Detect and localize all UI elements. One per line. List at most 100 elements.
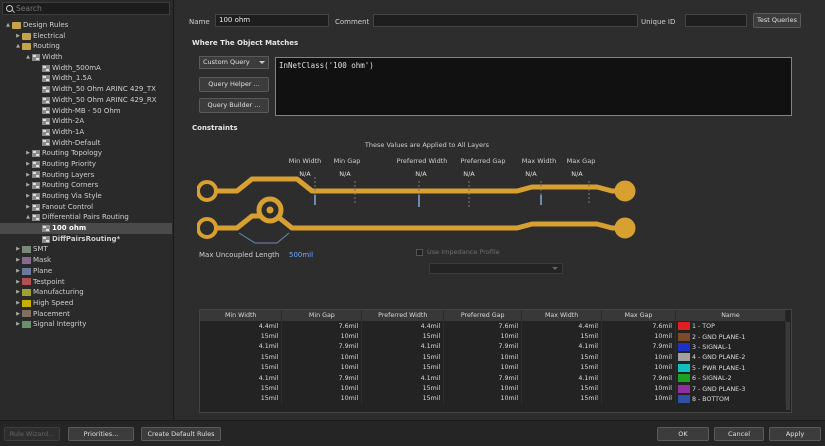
column-header[interactable]: Max Width [521, 310, 603, 321]
tree-item[interactable]: Width-1A [0, 127, 172, 138]
collapse-icon[interactable]: ▲ [24, 52, 32, 63]
tree-item[interactable]: ▲ Design Rules [0, 20, 172, 31]
tree-item[interactable]: ▶ Placement [0, 309, 172, 320]
tree-item[interactable]: Width_50 Ohm ARINC 429_RX [0, 95, 172, 106]
table-row[interactable]: 15mil 10mil 15mil 10mil 15mil 10mil 7 - GND PL… [200, 383, 787, 394]
table-row[interactable]: 15mil 10mil 15mil 10mil 15mil 10mil 8 - BOTTOM [200, 393, 787, 405]
table-cell[interactable]: 10mil [281, 362, 363, 373]
comment-field[interactable] [373, 14, 638, 27]
apply-button[interactable]: Apply [769, 427, 821, 441]
table-cell[interactable]: 15mil [200, 331, 283, 342]
expand-icon[interactable]: ▶ [24, 202, 32, 213]
tree-item[interactable]: ▶ Signal Integrity [0, 319, 172, 330]
tree-item[interactable]: ▶ Mask [0, 255, 172, 266]
expand-icon[interactable]: ▶ [24, 159, 32, 170]
tree-item[interactable]: ▲ Width [0, 52, 172, 63]
table-cell[interactable]: 4.1mil [361, 372, 445, 384]
table-cell[interactable]: 7.9mil [281, 372, 363, 384]
table-cell[interactable]: 15mil [200, 352, 283, 363]
table-cell[interactable]: 7.9mil [443, 341, 523, 353]
tree-item[interactable]: ▶ High Speed [0, 298, 172, 309]
expand-icon[interactable]: ▶ [24, 148, 32, 159]
table-cell[interactable]: 10mil [281, 383, 363, 394]
collapse-icon[interactable]: ▲ [24, 212, 32, 223]
tree-item[interactable]: Width-2A [0, 116, 172, 127]
tree-item[interactable]: ▲ Differential Pairs Routing [0, 212, 172, 223]
table-cell[interactable]: 7.9mil [601, 372, 676, 384]
table-cell[interactable]: 10mil [601, 383, 676, 394]
expand-icon[interactable]: ▶ [14, 298, 22, 309]
tree-item[interactable]: Width_1.5A [0, 73, 172, 84]
table-cell[interactable]: 10mil [601, 362, 676, 373]
tree-item[interactable]: ▶ SMT [0, 244, 172, 255]
table-cell[interactable]: 10mil [281, 352, 363, 363]
table-cell[interactable]: 15mil [521, 362, 603, 373]
table-cell[interactable]: 15mil [361, 383, 445, 394]
table-cell[interactable]: 15mil [361, 393, 445, 405]
table-cell[interactable]: 15mil [521, 383, 603, 394]
search-box[interactable] [2, 2, 170, 15]
table-cell[interactable]: 10mil [443, 393, 523, 405]
ok-button[interactable]: OK [657, 427, 709, 441]
tree-item[interactable]: Width_500mA [0, 63, 172, 74]
tree-item[interactable]: ▶ Electrical [0, 31, 172, 42]
table-cell[interactable]: 10mil [443, 362, 523, 373]
column-header[interactable]: Max Gap [601, 310, 676, 321]
column-header[interactable]: Preferred Gap [443, 310, 523, 321]
tree-item[interactable]: ▶ Fanout Control [0, 202, 172, 213]
table-cell[interactable]: 10mil [601, 393, 676, 405]
table-cell[interactable]: 7.6mil [443, 321, 523, 332]
table-cell[interactable]: 7.9mil [601, 341, 676, 353]
query-builder-button[interactable]: Query Builder ... [199, 98, 269, 113]
table-cell[interactable]: 15mil [521, 393, 603, 405]
table-cell[interactable]: 10mil [601, 331, 676, 342]
table-cell[interactable]: 4.1mil [521, 341, 603, 353]
table-cell[interactable]: 15mil [521, 352, 603, 363]
tree-item[interactable]: ▶ Testpoint [0, 277, 172, 288]
expand-icon[interactable]: ▶ [14, 287, 22, 298]
table-cell[interactable]: 10mil [443, 352, 523, 363]
tree-item[interactable]: ▶ Routing Via Style [0, 191, 172, 202]
create-default-rules-button[interactable]: Create Default Rules [141, 427, 221, 441]
expand-icon[interactable]: ▶ [14, 31, 22, 42]
expand-icon[interactable]: ▶ [14, 244, 22, 255]
collapse-icon[interactable]: ▲ [14, 41, 22, 52]
expand-icon[interactable]: ▶ [14, 266, 22, 277]
table-cell[interactable]: 10mil [601, 352, 676, 363]
table-cell[interactable]: 4.1mil [361, 341, 445, 353]
priorities-button[interactable]: Priorities... [68, 427, 134, 441]
expand-icon[interactable]: ▶ [24, 180, 32, 191]
tree-item[interactable]: ▶ Routing Layers [0, 170, 172, 181]
tree-item[interactable]: ▶ Routing Corners [0, 180, 172, 191]
table-scrollbar[interactable] [786, 322, 790, 410]
tree-item[interactable]: ▶ Plane [0, 266, 172, 277]
table-cell[interactable]: 15mil [200, 393, 283, 405]
search-input[interactable] [16, 4, 156, 13]
expand-icon[interactable]: ▶ [14, 319, 22, 330]
column-header[interactable]: Min Width [200, 310, 283, 321]
expand-icon[interactable]: ▶ [24, 170, 32, 181]
table-cell[interactable]: 15mil [361, 352, 445, 363]
table-cell[interactable]: 4.1mil [521, 372, 603, 384]
table-cell[interactable]: 10mil [281, 393, 363, 405]
query-mode-select[interactable]: Custom Query [199, 56, 269, 69]
table-row[interactable]: 15mil 10mil 15mil 10mil 15mil 10mil 5 - PWR PL… [200, 362, 787, 373]
table-cell[interactable]: 4.1mil [200, 341, 283, 353]
table-cell[interactable]: 4.4mil [200, 321, 283, 332]
unique-id-field[interactable] [685, 14, 747, 27]
expand-icon[interactable]: ▶ [14, 277, 22, 288]
tree-item[interactable]: Width_50 Ohm ARINC 429_TX [0, 84, 172, 95]
tree-item[interactable]: ▶ Manufacturing [0, 287, 172, 298]
tree-item[interactable]: Width-Default [0, 138, 172, 149]
table-cell[interactable]: 15mil [361, 331, 445, 342]
column-header[interactable]: Min Gap [281, 310, 363, 321]
impedance-profile-select[interactable] [429, 263, 563, 274]
table-row[interactable]: 4.4mil 7.6mil 4.4mil 7.6mil 4.4mil 7.6mil 1 - … [200, 321, 787, 332]
table-cell[interactable]: 7.6mil [601, 321, 676, 332]
expand-icon[interactable]: ▶ [14, 309, 22, 320]
table-cell[interactable]: 10mil [281, 331, 363, 342]
table-cell[interactable]: 4.1mil [200, 372, 283, 384]
table-cell[interactable]: 10mil [443, 383, 523, 394]
table-cell[interactable]: 4.4mil [361, 321, 445, 332]
expand-icon[interactable]: ▶ [14, 255, 22, 266]
